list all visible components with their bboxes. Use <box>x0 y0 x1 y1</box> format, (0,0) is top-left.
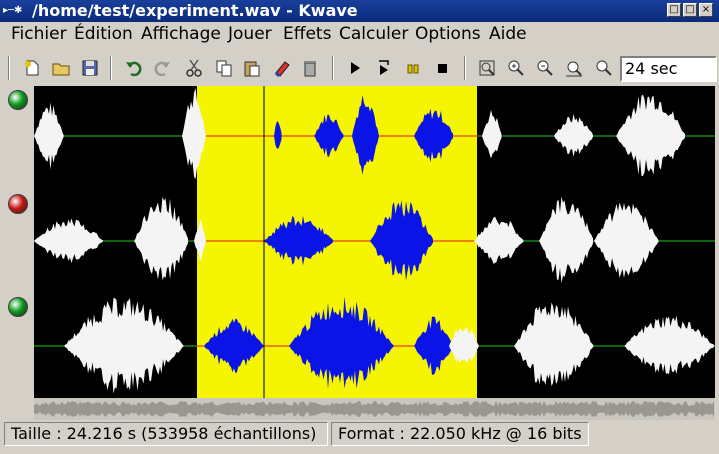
zoom-normal-icon[interactable] <box>592 56 616 80</box>
pause-icon[interactable] <box>401 56 425 80</box>
zoom-out-icon[interactable] <box>533 56 557 80</box>
signal-view[interactable] <box>34 86 715 398</box>
paste-icon[interactable] <box>240 56 264 80</box>
waveform-canvas[interactable] <box>34 86 715 398</box>
toolbar-separator <box>110 56 112 80</box>
open-folder-icon[interactable] <box>49 56 73 80</box>
close-window-button[interactable]: × <box>699 3 713 17</box>
overview-signal <box>34 401 714 417</box>
erase-icon[interactable] <box>270 56 294 80</box>
status-bar: Taille : 24.216 s (533958 échantillons) … <box>0 420 719 454</box>
undo-icon[interactable] <box>122 56 146 80</box>
zoom-in-icon[interactable] <box>504 56 528 80</box>
stop-icon[interactable] <box>430 56 454 80</box>
redo-icon[interactable] <box>150 56 174 80</box>
toolbar-handle[interactable] <box>8 56 10 80</box>
menu-calculer[interactable]: Calculer <box>339 24 408 44</box>
zoom-all-icon[interactable] <box>475 56 499 80</box>
window-menu-icon[interactable]: ▸─✱ <box>3 3 31 19</box>
toolbar-separator <box>332 56 334 80</box>
track-1-led[interactable] <box>8 90 28 110</box>
overview-scrollbar[interactable] <box>34 398 715 420</box>
menu-edition[interactable]: Édition <box>74 24 133 44</box>
kwave-window: ▸─✱ /home/test/experiment.wav - Kwave □ … <box>0 0 719 454</box>
menu-effets[interactable]: Effets <box>283 24 331 44</box>
title-bar[interactable]: ▸─✱ /home/test/experiment.wav - Kwave □ … <box>0 0 719 22</box>
iconify-window-button[interactable]: □ <box>667 3 681 17</box>
menu-aide[interactable]: Aide <box>489 24 527 44</box>
menu-fichier[interactable]: Fichier <box>11 24 67 44</box>
menu-options[interactable]: Options <box>415 24 481 44</box>
save-disk-icon[interactable] <box>78 56 102 80</box>
track-3-led[interactable] <box>8 297 28 317</box>
track-2-led[interactable] <box>8 194 28 214</box>
zoom-combo[interactable]: 24 sec <box>620 56 717 82</box>
trash-icon[interactable] <box>298 56 322 80</box>
zoom-selection-icon[interactable] <box>562 56 586 80</box>
copy-icon[interactable] <box>212 56 236 80</box>
toolbar-separator <box>464 56 466 80</box>
menu-affichage[interactable]: Affichage <box>141 24 221 44</box>
play-icon[interactable] <box>343 56 367 80</box>
status-format: Format : 22.050 kHz @ 16 bits <box>331 422 589 446</box>
toolbar <box>0 52 719 84</box>
track-led-column <box>4 86 34 398</box>
maximize-window-button[interactable]: □ <box>683 3 697 17</box>
menu-jouer[interactable]: Jouer <box>228 24 272 44</box>
overview-waveform[interactable] <box>34 398 715 420</box>
menu-bar: Fichier Édition Affichage Jouer Effets C… <box>0 22 719 46</box>
cut-scissors-icon[interactable] <box>182 56 206 80</box>
loop-play-icon[interactable] <box>372 56 396 80</box>
new-file-icon[interactable] <box>20 56 44 80</box>
status-size: Taille : 24.216 s (533958 échantillons) <box>4 422 328 446</box>
window-title: /home/test/experiment.wav - Kwave <box>32 1 358 20</box>
